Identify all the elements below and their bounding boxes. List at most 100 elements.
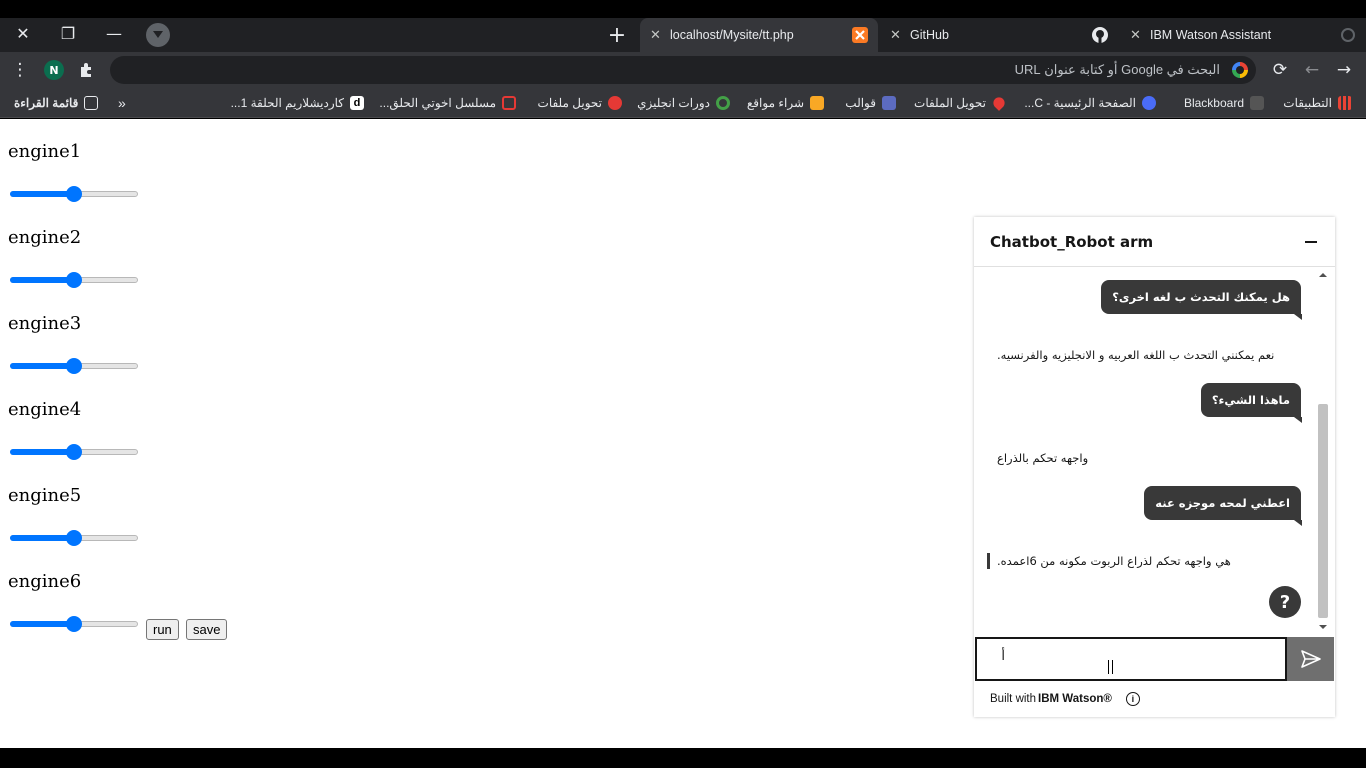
bot-message: نعم يمكنني التحدث ب اللغه العربيه و الان… bbox=[997, 348, 1275, 362]
close-tab-icon[interactable]: ✕ bbox=[1130, 27, 1144, 43]
close-tab-icon[interactable]: ✕ bbox=[650, 27, 664, 43]
engine-slider[interactable] bbox=[10, 616, 138, 632]
slider-thumb[interactable] bbox=[66, 358, 82, 374]
minimize-icon[interactable] bbox=[1305, 241, 1317, 243]
reading-list-icon bbox=[84, 96, 99, 110]
reading-list[interactable]: قائمة القراءة bbox=[14, 95, 99, 111]
tab-strip: ✕ ❐ — + ✕ localhost/Mysite/tt.php ✕ GitH… bbox=[0, 18, 1366, 52]
slider-thumb[interactable] bbox=[66, 186, 82, 202]
slider-fill bbox=[10, 191, 74, 197]
close-window-icon[interactable]: ✕ bbox=[0, 18, 46, 48]
bot-message: هي واجهه تحكم لذراع الربوت مكونه من 6اعم… bbox=[997, 554, 1231, 568]
tab-title: localhost/Mysite/tt.php bbox=[670, 28, 794, 42]
engine-label: engine1 bbox=[8, 141, 82, 162]
address-bar[interactable]: البحث في Google أو كتابة عنوان URL bbox=[110, 56, 1256, 84]
bot-message-indicator bbox=[987, 553, 990, 569]
bookmark-buy-sites[interactable]: شراء مواقع bbox=[747, 95, 824, 111]
template-icon bbox=[882, 96, 896, 110]
engine-slider[interactable] bbox=[10, 444, 138, 460]
scroll-up-arrow-icon[interactable] bbox=[1317, 271, 1329, 279]
user-message: هل يمكنك التحدث ب لغه اخرى؟ bbox=[1101, 280, 1302, 320]
slider-thumb[interactable] bbox=[66, 272, 82, 288]
xampp-icon bbox=[852, 27, 868, 43]
tab-github[interactable]: ✕ GitHub bbox=[880, 18, 1118, 52]
bot-message: واجهه تحكم بالذراع bbox=[997, 451, 1089, 465]
engine-slider[interactable] bbox=[10, 272, 138, 288]
tab-localhost[interactable]: ✕ localhost/Mysite/tt.php bbox=[640, 18, 878, 52]
address-placeholder: البحث في Google أو كتابة عنوان URL bbox=[1014, 62, 1220, 77]
bookmark-series[interactable]: مسلسل اخوتي الحلق... bbox=[379, 95, 516, 111]
bookmark-convert-files[interactable]: تحويل الملفات bbox=[914, 95, 1007, 111]
save-button[interactable]: save bbox=[186, 619, 228, 640]
new-tab-button[interactable]: + bbox=[602, 21, 632, 49]
google-icon bbox=[1232, 62, 1248, 78]
more-bookmarks-chevron-icon[interactable]: » bbox=[118, 95, 126, 111]
reload-icon[interactable]: ⟳ bbox=[1268, 58, 1292, 82]
text-cursor bbox=[1108, 660, 1113, 674]
bookmarks-bar: التطبيقات Blackboard الصفحة الرئيسية - C… bbox=[0, 88, 1366, 118]
chat-header: Chatbot_Robot arm bbox=[974, 217, 1335, 267]
bookmark-file-convert[interactable]: تحويل ملفات bbox=[538, 95, 622, 111]
chat-scrollbar[interactable] bbox=[1317, 268, 1329, 633]
bookmark-label: شراء مواقع bbox=[746, 96, 804, 110]
help-button[interactable]: ? bbox=[1269, 586, 1301, 618]
heart-outline-icon bbox=[502, 96, 516, 110]
forward-arrow-icon[interactable]: → bbox=[1332, 58, 1356, 82]
user-message: اعطني لمحه موجزه عنه bbox=[1144, 486, 1302, 526]
footer-prefix: Built with bbox=[990, 693, 1037, 705]
slider-fill bbox=[10, 449, 74, 455]
extensions-icon[interactable] bbox=[74, 58, 98, 82]
scroll-down-arrow-icon[interactable] bbox=[1317, 623, 1329, 631]
bookmark-kardeslerim[interactable]: d كارديشلاريم الحلقة 1... bbox=[231, 95, 364, 111]
bookmark-label: تحويل الملفات bbox=[914, 96, 986, 110]
restore-window-icon[interactable]: ❐ bbox=[45, 18, 91, 48]
scroll-thumb[interactable] bbox=[1318, 404, 1328, 618]
engine-label: engine5 bbox=[8, 485, 82, 506]
bookmark-label: قوالب bbox=[845, 96, 876, 110]
bookmark-english-courses[interactable]: دورات انجليزي bbox=[637, 95, 730, 111]
info-icon[interactable]: i bbox=[1125, 692, 1140, 706]
slider-thumb[interactable] bbox=[66, 444, 82, 460]
close-tab-icon[interactable]: ✕ bbox=[890, 27, 904, 43]
engine-slider[interactable] bbox=[10, 358, 138, 374]
apps-grid-icon bbox=[1338, 96, 1352, 110]
engine-label: engine6 bbox=[8, 571, 82, 592]
bookmark-label: كارديشلاريم الحلقة 1... bbox=[230, 96, 344, 110]
engine-label: engine3 bbox=[8, 313, 82, 334]
chevron-down-icon bbox=[153, 31, 163, 38]
menu-kebab-icon[interactable]: ⋮ bbox=[8, 58, 32, 82]
site-icon bbox=[810, 96, 824, 110]
heart-icon bbox=[991, 95, 1007, 111]
tab-title: IBM Watson Assistant bbox=[1150, 28, 1272, 42]
bookmark-homepage[interactable]: الصفحة الرئيسية - C... bbox=[1024, 95, 1156, 111]
reading-list-label: قائمة القراءة bbox=[14, 96, 79, 110]
bookmark-blackboard[interactable]: Blackboard bbox=[1184, 95, 1264, 111]
slider-fill bbox=[10, 621, 74, 627]
profile-avatar[interactable]: N bbox=[44, 60, 64, 80]
slider-thumb[interactable] bbox=[66, 616, 82, 632]
slider-fill bbox=[10, 535, 74, 541]
bookmark-templates[interactable]: قوالب bbox=[845, 95, 896, 111]
engine-slider[interactable] bbox=[10, 186, 138, 202]
slider-fill bbox=[10, 277, 74, 283]
bookmark-label: مسلسل اخوتي الحلق... bbox=[379, 96, 496, 110]
bookmark-label: دورات انجليزي bbox=[637, 96, 710, 110]
minimize-window-icon[interactable]: — bbox=[91, 18, 137, 48]
chat-message-input[interactable]: أ bbox=[975, 637, 1287, 681]
circle-icon bbox=[716, 96, 730, 110]
blackboard-icon bbox=[1250, 96, 1264, 110]
convert-icon bbox=[608, 96, 622, 110]
watson-icon bbox=[1341, 28, 1355, 42]
slider-thumb[interactable] bbox=[66, 530, 82, 546]
send-button[interactable] bbox=[1287, 637, 1334, 681]
chat-messages[interactable]: هل يمكنك التحدث ب لغه اخرى؟ نعم يمكنني ا… bbox=[974, 268, 1335, 633]
tab-ibm-watson[interactable]: ✕ IBM Watson Assistant bbox=[1120, 18, 1366, 52]
c-logo-icon bbox=[1142, 96, 1156, 110]
tab-search-button[interactable] bbox=[146, 23, 170, 47]
bookmark-apps[interactable]: التطبيقات bbox=[1283, 95, 1352, 111]
run-button[interactable]: run bbox=[146, 619, 179, 640]
github-icon bbox=[1092, 27, 1108, 43]
back-arrow-icon[interactable]: ← bbox=[1300, 58, 1324, 82]
chat-footer: Built with IBM Watson® i bbox=[990, 692, 1140, 706]
engine-slider[interactable] bbox=[10, 530, 138, 546]
